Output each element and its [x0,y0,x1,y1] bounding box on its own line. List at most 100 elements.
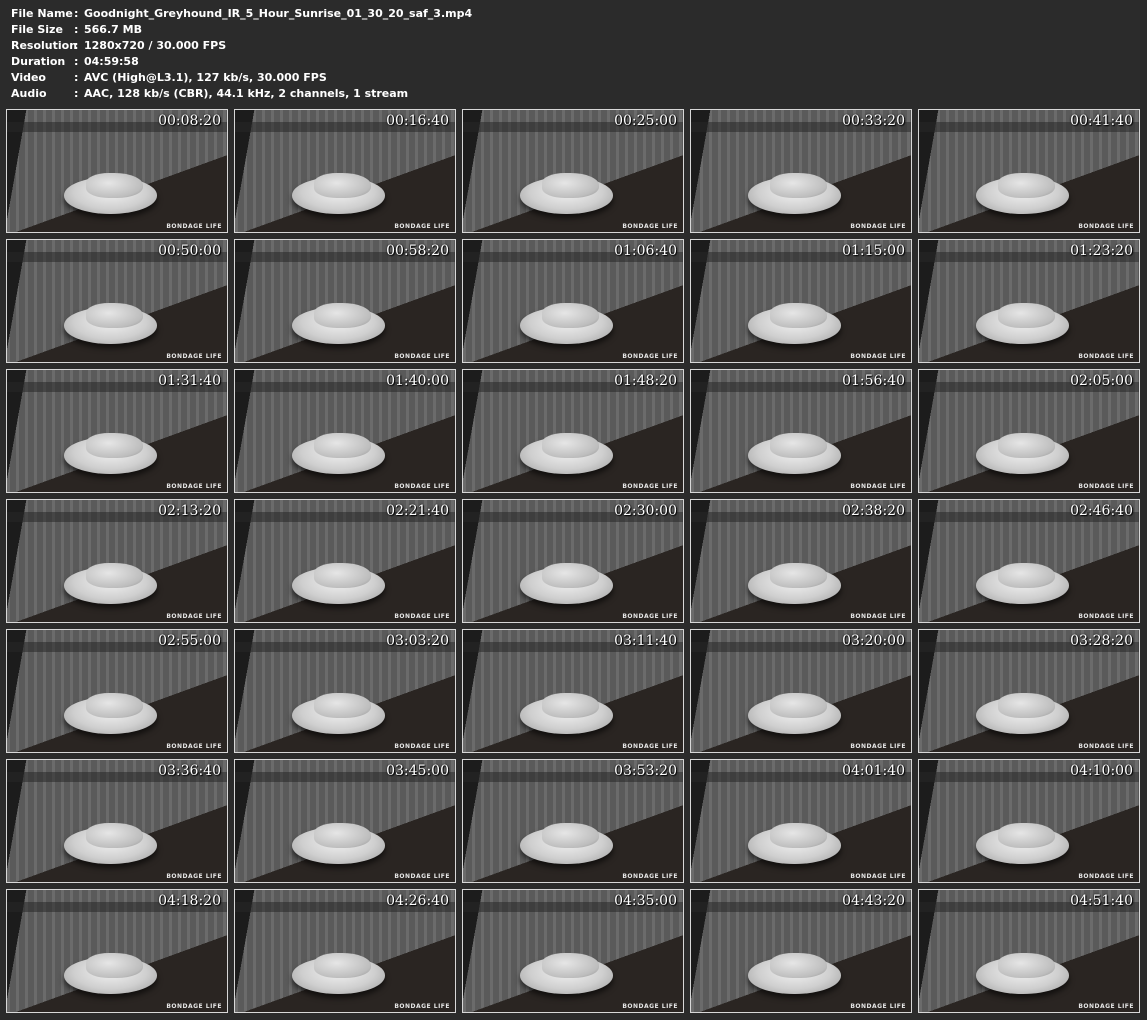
thumbnail-timestamp: 02:38:20 [842,503,905,519]
thumbnail-image-figure [542,303,600,328]
video-thumbnail: 04:26:40 BONDAGE LIFE [234,889,456,1013]
thumbnail-timestamp: 01:15:00 [842,243,905,259]
thumbnail-image-figure [998,173,1056,198]
thumbnail-timestamp: 02:30:00 [614,503,677,519]
thumbnail-image-figure [998,823,1056,848]
thumbnail-image-figure [998,693,1056,718]
info-value: Goodnight_Greyhound_IR_5_Hour_Sunrise_01… [84,7,473,20]
watermark-logo: BONDAGE LIFE [850,1003,906,1010]
thumbnail-image-figure [998,953,1056,978]
thumbnail-image-figure [314,953,372,978]
info-separator: : [74,39,79,52]
video-thumbnail: 02:38:20 BONDAGE LIFE [690,499,912,623]
thumbnail-timestamp: 01:48:20 [614,373,677,389]
watermark-logo: BONDAGE LIFE [622,1003,678,1010]
thumbnail-timestamp: 03:11:40 [614,633,677,649]
thumbnail-image-figure [542,693,600,718]
watermark-logo: BONDAGE LIFE [622,873,678,880]
watermark-logo: BONDAGE LIFE [622,223,678,230]
thumbnail-timestamp: 02:13:20 [158,503,221,519]
video-thumbnail: 03:11:40 BONDAGE LIFE [462,629,684,753]
thumbnail-image-figure [86,953,144,978]
watermark-logo: BONDAGE LIFE [394,353,450,360]
video-thumbnail: 01:23:20 BONDAGE LIFE [918,239,1140,363]
thumbnail-image-figure [770,823,828,848]
thumbnail-image-figure [770,433,828,458]
thumbnail-timestamp: 02:05:00 [1070,373,1133,389]
thumbnail-timestamp: 01:06:40 [614,243,677,259]
info-value: AAC, 128 kb/s (CBR), 44.1 kHz, 2 channel… [84,87,409,100]
thumbnail-timestamp: 04:18:20 [158,893,221,909]
video-thumbnail: 00:41:40 BONDAGE LIFE [918,109,1140,233]
video-thumbnail: 01:15:00 BONDAGE LIFE [690,239,912,363]
video-thumbnail: 00:50:00 BONDAGE LIFE [6,239,228,363]
thumbnail-timestamp: 02:21:40 [386,503,449,519]
video-thumbnail: 02:55:00 BONDAGE LIFE [6,629,228,753]
watermark-logo: BONDAGE LIFE [394,743,450,750]
video-thumbnail: 00:58:20 BONDAGE LIFE [234,239,456,363]
thumbnail-timestamp: 00:50:00 [158,243,221,259]
thumbnail-image-figure [86,303,144,328]
watermark-logo: BONDAGE LIFE [394,483,450,490]
file-info-panel: File Name : Goodnight_Greyhound_IR_5_Hou… [11,6,472,102]
video-thumbnail: 01:06:40 BONDAGE LIFE [462,239,684,363]
watermark-logo: BONDAGE LIFE [1078,613,1134,620]
video-thumbnail: 02:46:40 BONDAGE LIFE [918,499,1140,623]
thumbnail-timestamp: 00:16:40 [386,113,449,129]
info-separator: : [74,71,79,84]
thumbnail-image-figure [770,693,828,718]
watermark-logo: BONDAGE LIFE [394,873,450,880]
thumbnail-timestamp: 03:28:20 [1070,633,1133,649]
info-row-audio: Audio : AAC, 128 kb/s (CBR), 44.1 kHz, 2… [11,86,472,102]
watermark-logo: BONDAGE LIFE [1078,353,1134,360]
watermark-logo: BONDAGE LIFE [166,613,222,620]
watermark-logo: BONDAGE LIFE [1078,1003,1134,1010]
video-thumbnail: 04:10:00 BONDAGE LIFE [918,759,1140,883]
video-thumbnail: 01:48:20 BONDAGE LIFE [462,369,684,493]
video-thumbnail: 04:01:40 BONDAGE LIFE [690,759,912,883]
thumbnail-timestamp: 04:43:20 [842,893,905,909]
thumbnail-timestamp: 00:25:00 [614,113,677,129]
thumbnail-timestamp: 04:26:40 [386,893,449,909]
info-row-file-name: File Name : Goodnight_Greyhound_IR_5_Hou… [11,6,472,22]
info-label: File Size [11,23,63,36]
watermark-logo: BONDAGE LIFE [166,743,222,750]
thumbnail-image-figure [86,693,144,718]
thumbnail-timestamp: 00:58:20 [386,243,449,259]
video-thumbnail: 01:40:00 BONDAGE LIFE [234,369,456,493]
info-row-video: Video : AVC (High@L3.1), 127 kb/s, 30.00… [11,70,472,86]
info-label: Video [11,71,46,84]
thumbnail-image-figure [314,823,372,848]
video-thumbnail: 02:30:00 BONDAGE LIFE [462,499,684,623]
watermark-logo: BONDAGE LIFE [622,483,678,490]
watermark-logo: BONDAGE LIFE [622,353,678,360]
watermark-logo: BONDAGE LIFE [166,483,222,490]
watermark-logo: BONDAGE LIFE [850,613,906,620]
thumbnail-timestamp: 00:08:20 [158,113,221,129]
thumbnail-timestamp: 03:03:20 [386,633,449,649]
thumbnail-timestamp: 00:41:40 [1070,113,1133,129]
thumbnail-image-figure [86,563,144,588]
thumbnail-image-figure [86,173,144,198]
thumbnail-image-figure [998,433,1056,458]
video-thumbnail: 03:28:20 BONDAGE LIFE [918,629,1140,753]
info-separator: : [74,23,79,36]
video-thumbnail: 03:45:00 BONDAGE LIFE [234,759,456,883]
thumbnail-timestamp: 00:33:20 [842,113,905,129]
watermark-logo: BONDAGE LIFE [1078,743,1134,750]
watermark-logo: BONDAGE LIFE [622,743,678,750]
thumbnail-image-figure [998,563,1056,588]
thumbnail-timestamp: 03:20:00 [842,633,905,649]
video-thumbnail: 04:35:00 BONDAGE LIFE [462,889,684,1013]
video-thumbnail: 02:21:40 BONDAGE LIFE [234,499,456,623]
thumbnail-image-figure [770,953,828,978]
info-separator: : [74,7,79,20]
thumbnail-image-figure [542,433,600,458]
video-thumbnail: 04:43:20 BONDAGE LIFE [690,889,912,1013]
watermark-logo: BONDAGE LIFE [850,743,906,750]
thumbnail-image-figure [770,173,828,198]
watermark-logo: BONDAGE LIFE [850,483,906,490]
watermark-logo: BONDAGE LIFE [394,1003,450,1010]
info-label: File Name [11,7,73,20]
watermark-logo: BONDAGE LIFE [1078,223,1134,230]
